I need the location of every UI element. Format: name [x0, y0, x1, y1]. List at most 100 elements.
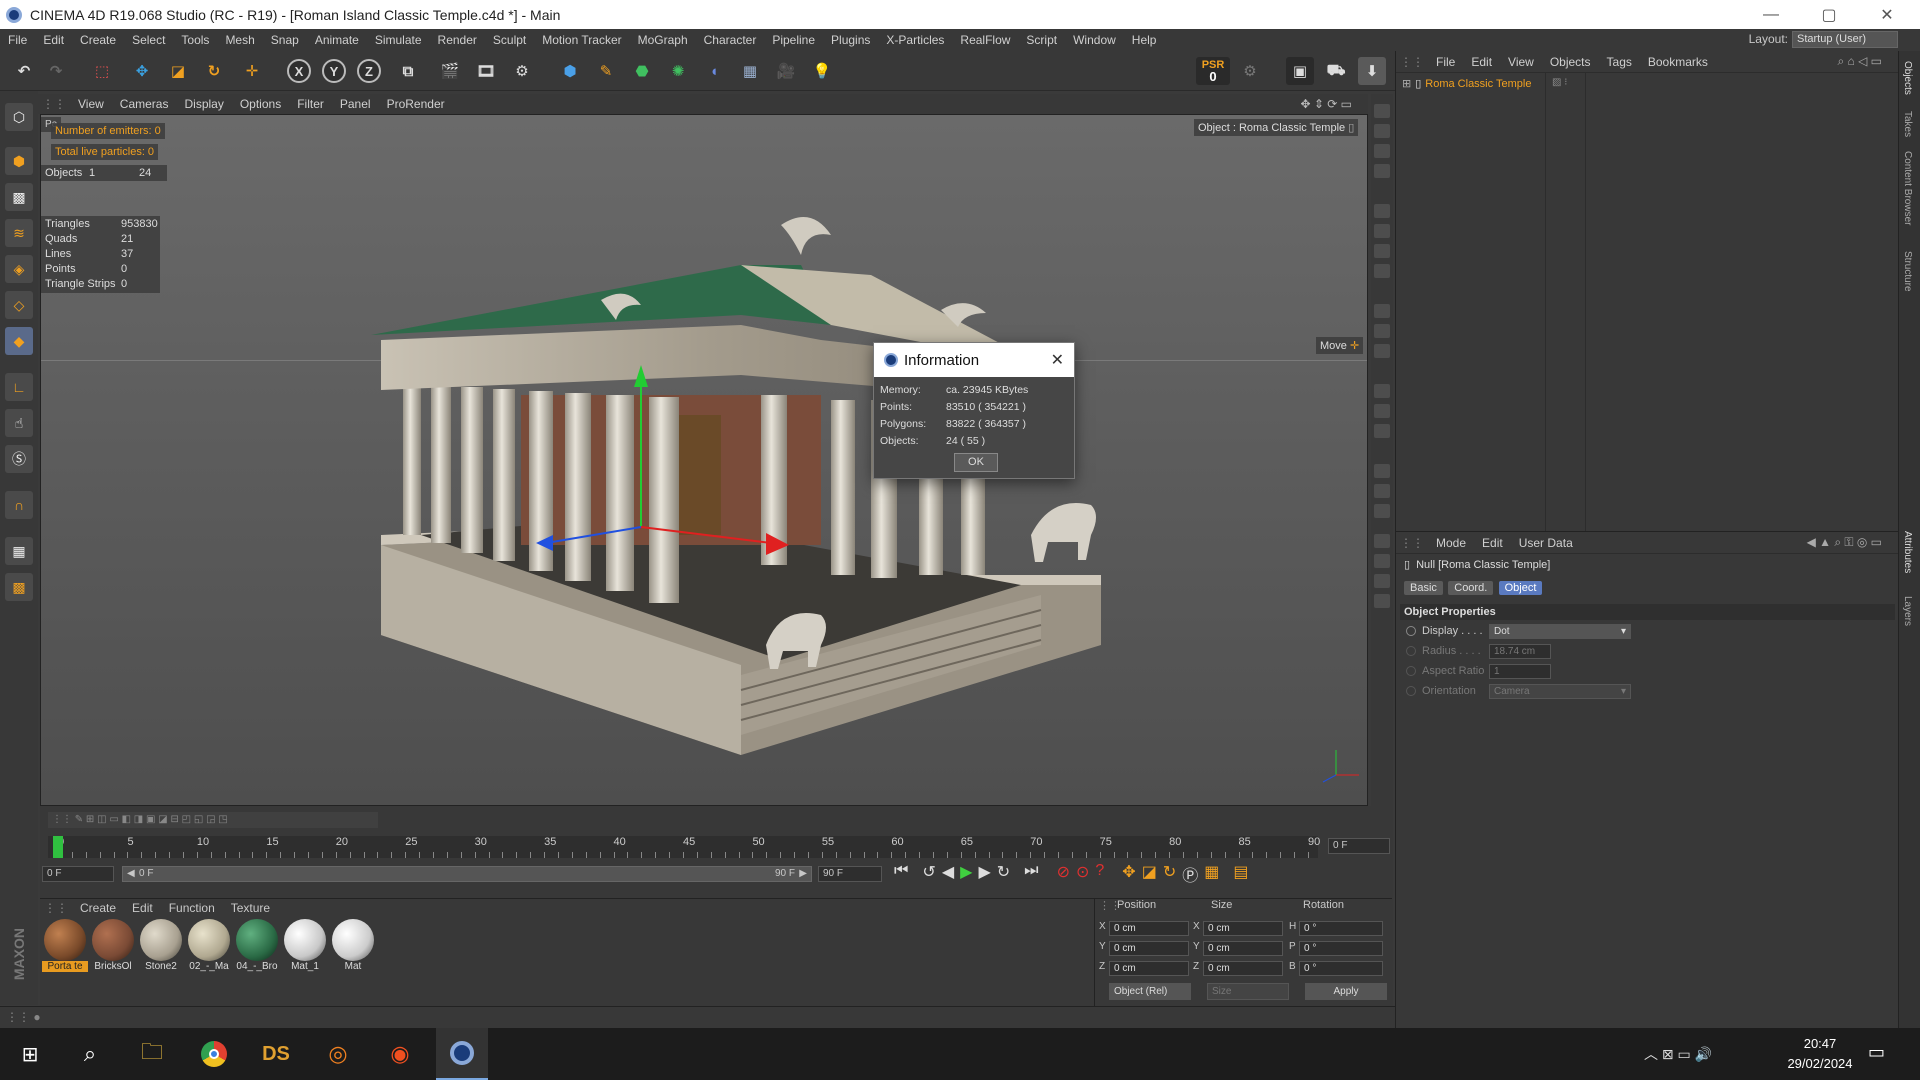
- menu-simulate[interactable]: Simulate: [367, 33, 430, 47]
- tab-coord[interactable]: Coord.: [1448, 581, 1494, 595]
- menu-window[interactable]: Window: [1065, 33, 1124, 47]
- om-menu-objects[interactable]: Objects: [1542, 55, 1599, 69]
- z-axis-lock-icon[interactable]: Z: [357, 59, 381, 83]
- taskbar-date[interactable]: 29/02/2024: [1780, 1056, 1860, 1071]
- menu-motion-tracker[interactable]: Motion Tracker: [534, 33, 629, 47]
- side-tool-icon[interactable]: [1374, 104, 1390, 118]
- import-icon[interactable]: ⬇: [1358, 57, 1386, 85]
- side-tab-attributes[interactable]: Attributes: [1902, 531, 1913, 573]
- om-menu-view[interactable]: View: [1500, 55, 1542, 69]
- material-swatch[interactable]: BricksOl: [90, 919, 136, 981]
- om-menu-edit[interactable]: Edit: [1463, 55, 1500, 69]
- houdini-icon[interactable]: ◉: [374, 1028, 426, 1080]
- render-to-picture-viewer-icon[interactable]: 🎞: [472, 57, 500, 85]
- mat-menu-edit[interactable]: Edit: [124, 901, 161, 915]
- side-tool-icon[interactable]: [1374, 484, 1390, 498]
- light-icon[interactable]: 💡: [808, 57, 836, 85]
- menu-script[interactable]: Script: [1018, 33, 1065, 47]
- minimize-button[interactable]: —: [1742, 0, 1800, 29]
- render-settings-icon[interactable]: ⚙: [508, 57, 536, 85]
- menu-mograph[interactable]: MoGraph: [630, 33, 696, 47]
- material-swatch[interactable]: 04_-_Bro: [234, 919, 280, 981]
- go-to-end-icon[interactable]: ⏭: [1024, 862, 1038, 886]
- menu-help[interactable]: Help: [1124, 33, 1165, 47]
- picture-viewer-icon[interactable]: ▣: [1286, 57, 1314, 85]
- render-view-icon[interactable]: 🎬: [436, 57, 464, 85]
- render-queue-icon[interactable]: ⛟: [1322, 57, 1350, 85]
- side-tool-icon[interactable]: [1374, 574, 1390, 588]
- side-tool-icon[interactable]: [1374, 224, 1390, 238]
- dialog-close-button[interactable]: ✕: [1051, 350, 1064, 370]
- next-key-icon[interactable]: ↻: [997, 862, 1010, 886]
- tweak-mode-icon[interactable]: ☝: [5, 409, 33, 437]
- texture-mode-icon[interactable]: ▩: [5, 183, 33, 211]
- viewport-menu-filter[interactable]: Filter: [289, 97, 332, 111]
- rotate-tool-icon[interactable]: ↻: [200, 57, 228, 85]
- side-tool-icon[interactable]: [1374, 344, 1390, 358]
- position-y-field[interactable]: 0 cm: [1109, 941, 1189, 956]
- play-icon[interactable]: ▶: [960, 862, 972, 886]
- mat-menu-function[interactable]: Function: [161, 901, 223, 915]
- point-level-key-icon[interactable]: ▦: [1204, 862, 1219, 886]
- menu-character[interactable]: Character: [696, 33, 765, 47]
- side-tool-icon[interactable]: [1374, 534, 1390, 548]
- camera-icon[interactable]: 🎥: [772, 57, 800, 85]
- size-y-field[interactable]: 0 cm: [1203, 941, 1283, 956]
- recent-tools-icon[interactable]: ✛: [238, 57, 266, 85]
- keyframe-selection-icon[interactable]: ?: [1095, 862, 1104, 886]
- size-z-field[interactable]: 0 cm: [1203, 961, 1283, 976]
- live-selection-icon[interactable]: ⬚: [88, 57, 116, 85]
- mat-menu-texture[interactable]: Texture: [223, 901, 278, 915]
- magnet-icon[interactable]: ∩: [5, 491, 33, 519]
- am-menu-edit[interactable]: Edit: [1474, 536, 1511, 550]
- blender-icon[interactable]: ◎: [312, 1028, 364, 1080]
- search-icon[interactable]: ⌕: [64, 1028, 116, 1080]
- side-tool-icon[interactable]: [1374, 304, 1390, 318]
- side-tool-icon[interactable]: [1374, 164, 1390, 178]
- maximize-button[interactable]: ▢: [1800, 0, 1858, 29]
- position-key-icon[interactable]: ✥: [1122, 862, 1135, 886]
- move-tool-icon[interactable]: ✥: [128, 57, 156, 85]
- chrome-icon[interactable]: [188, 1028, 240, 1080]
- go-to-start-icon[interactable]: ⏮: [894, 862, 908, 886]
- y-axis-lock-icon[interactable]: Y: [322, 59, 346, 83]
- close-button[interactable]: ✕: [1858, 0, 1916, 29]
- menu-snap[interactable]: Snap: [263, 33, 307, 47]
- notification-icon[interactable]: ▭: [1868, 1042, 1885, 1063]
- material-swatch[interactable]: Mat_1: [282, 919, 328, 981]
- menu-animate[interactable]: Animate: [307, 33, 367, 47]
- animate-radio-icon[interactable]: [1406, 626, 1416, 636]
- material-swatch[interactable]: Mat: [330, 919, 376, 981]
- edges-mode-icon[interactable]: ◇: [5, 291, 33, 319]
- coordinate-mode-dropdown[interactable]: Object (Rel): [1109, 983, 1191, 1000]
- make-editable-icon[interactable]: ⬡: [5, 103, 33, 131]
- viewport-menu-display[interactable]: Display: [176, 97, 231, 111]
- daz-studio-icon[interactable]: DS: [250, 1028, 302, 1080]
- tree-item-roma-classic-temple[interactable]: ⊞ ▯ Roma Classic Temple: [1402, 77, 1531, 91]
- layout-dropdown[interactable]: Startup (User): [1792, 31, 1898, 48]
- menu-realflow[interactable]: RealFlow: [952, 33, 1018, 47]
- animate-radio-icon[interactable]: [1406, 666, 1416, 676]
- apply-button[interactable]: Apply: [1305, 983, 1387, 1000]
- parameter-key-icon[interactable]: Ⓟ: [1182, 862, 1198, 886]
- record-active-icon[interactable]: ⊘: [1057, 862, 1070, 886]
- end-frame-field[interactable]: 90 F: [818, 866, 882, 882]
- cloner-icon[interactable]: ✺: [664, 57, 692, 85]
- previous-key-icon[interactable]: ↺: [922, 862, 935, 886]
- workplane-lock-icon[interactable]: ▦: [5, 537, 33, 565]
- menu-render[interactable]: Render: [430, 33, 485, 47]
- side-tool-icon[interactable]: [1374, 244, 1390, 258]
- animate-radio-icon[interactable]: [1406, 686, 1416, 696]
- menu-pipeline[interactable]: Pipeline: [764, 33, 823, 47]
- side-tool-icon[interactable]: [1374, 464, 1390, 478]
- ok-button[interactable]: OK: [954, 453, 998, 472]
- rotation-h-field[interactable]: 0 °: [1299, 921, 1383, 936]
- expand-icon[interactable]: ⊞: [1402, 77, 1411, 90]
- viewport-menu-prorender[interactable]: ProRender: [379, 97, 453, 111]
- rotation-b-field[interactable]: 0 °: [1299, 961, 1383, 976]
- side-tool-icon[interactable]: [1374, 324, 1390, 338]
- side-tool-icon[interactable]: [1374, 594, 1390, 608]
- windows-start-icon[interactable]: ⊞: [4, 1028, 56, 1080]
- size-mode-dropdown[interactable]: Size: [1207, 983, 1289, 1000]
- side-tool-icon[interactable]: [1374, 404, 1390, 418]
